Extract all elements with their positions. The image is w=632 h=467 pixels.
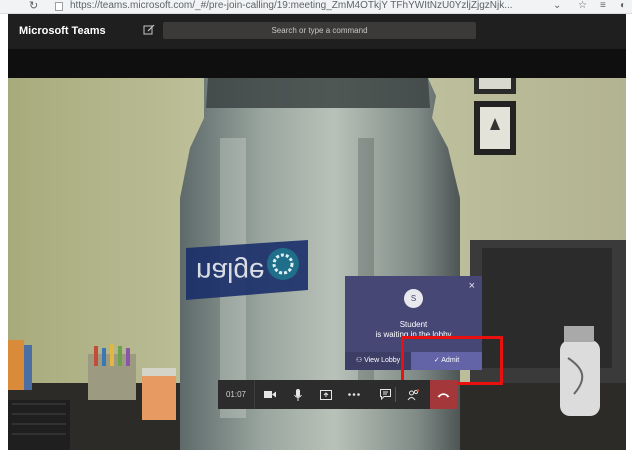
call-timer: 01:07 [218, 380, 255, 409]
reload-icon[interactable]: ↻ [29, 0, 38, 12]
close-icon[interactable]: × [469, 281, 475, 292]
chevron-down-icon[interactable]: ⌄ [553, 0, 561, 12]
microphone-icon[interactable] [285, 380, 311, 409]
camera-icon[interactable] [257, 380, 283, 409]
page-icon [55, 2, 63, 11]
app-title: Microsoft Teams [19, 25, 106, 37]
hang-up-icon[interactable] [430, 380, 457, 409]
reading-list-icon[interactable]: ≡ [600, 0, 606, 12]
participants-icon[interactable] [400, 380, 426, 409]
more-icon[interactable] [341, 380, 367, 409]
participant-name: Student [399, 320, 428, 329]
call-controls-bar: 01:07 [218, 380, 457, 409]
people-icon: ⚇ [355, 357, 365, 364]
search-input[interactable]: Search or type a command [163, 22, 476, 39]
browser-address-bar: ↻ https://teams.microsoft.com/_#/pre-joi… [0, 0, 632, 14]
teams-header: Microsoft Teams Search or type a command [8, 14, 626, 49]
view-lobby-label: View Lobby [364, 357, 401, 364]
avatar: S [404, 289, 423, 308]
meeting-stage-top [8, 49, 626, 78]
profile-icon[interactable]: ◐ [620, 0, 626, 12]
bottom-strip [0, 450, 632, 467]
annotation-highlight-box [401, 336, 503, 385]
chat-icon[interactable] [372, 380, 398, 409]
screenshot-frame: ↻ https://teams.microsoft.com/_#/pre-joi… [0, 0, 632, 467]
url-text[interactable]: https://teams.microsoft.com/_#/pre-join-… [70, 0, 550, 12]
share-screen-icon[interactable] [313, 380, 339, 409]
compose-icon[interactable] [142, 23, 156, 37]
jar-logo-text: nalge [196, 257, 265, 288]
star-icon[interactable]: ☆ [578, 0, 587, 12]
